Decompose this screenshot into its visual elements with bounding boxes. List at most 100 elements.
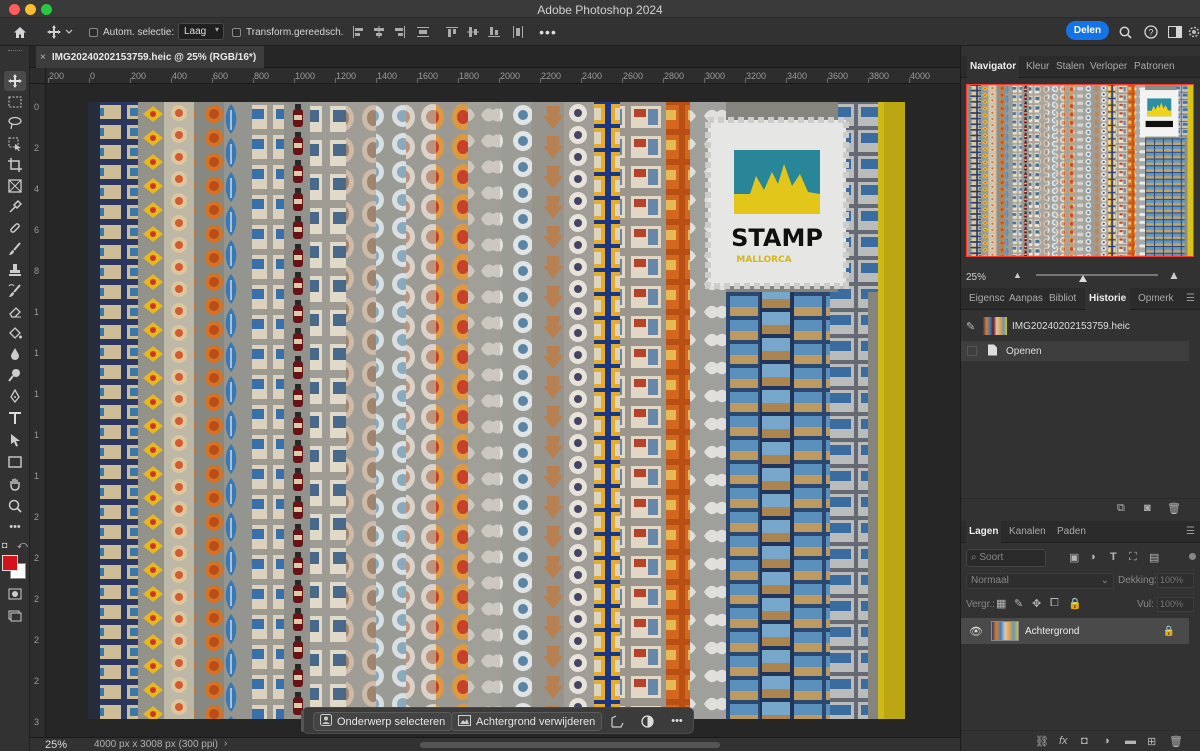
canvas-area[interactable]: STAMP MALLORCA: [46, 84, 960, 737]
lasso-tool-icon[interactable]: [4, 113, 26, 133]
distribute-vertical-icon[interactable]: [510, 24, 526, 40]
lock-icon[interactable]: 🔒: [1163, 626, 1175, 637]
remove-background-button[interactable]: Achtergrond verwijderen: [451, 712, 603, 731]
tab-properties[interactable]: Eigensc: [966, 288, 1008, 310]
eraser-tool-icon[interactable]: [4, 302, 26, 322]
spot-healing-tool-icon[interactable]: [4, 218, 26, 238]
lock-position-icon[interactable]: ✥: [1032, 597, 1041, 610]
eyedropper-tool-icon[interactable]: [4, 197, 26, 217]
auto-select-option[interactable]: Autom. selectie:: [89, 18, 174, 46]
rectangle-tool-icon[interactable]: [4, 452, 26, 472]
align-center-icon[interactable]: [371, 24, 387, 40]
select-subject-button[interactable]: Onderwerp selecteren: [313, 712, 453, 731]
frame-tool-icon[interactable]: [4, 176, 26, 196]
transform-controls-checkbox[interactable]: [232, 27, 241, 37]
tab-paths[interactable]: Paden: [1054, 521, 1089, 543]
pen-tool-icon[interactable]: [4, 386, 26, 406]
move-tool-preset-icon[interactable]: [46, 24, 62, 40]
align-middle-icon[interactable]: [465, 24, 481, 40]
ruler-origin[interactable]: [30, 68, 46, 84]
align-bottom-icon[interactable]: [486, 24, 502, 40]
document-image[interactable]: STAMP MALLORCA: [88, 102, 905, 719]
distribute-icon[interactable]: [415, 24, 431, 40]
layer-name[interactable]: Achtergrond: [1025, 626, 1079, 637]
navigator-preview[interactable]: [966, 84, 1194, 257]
layer-row[interactable]: 👁 Achtergrond 🔒: [961, 618, 1189, 644]
tab-history[interactable]: Historie: [1085, 288, 1131, 310]
swap-colors-icon[interactable]: ⤺: [17, 540, 28, 551]
history-source-checkbox[interactable]: [967, 346, 977, 356]
zoom-in-icon[interactable]: ▲: [1168, 268, 1180, 282]
blend-mode-dropdown[interactable]: Normaal ⌄: [966, 573, 1114, 589]
transform-icon[interactable]: [609, 713, 625, 729]
tab-libraries[interactable]: Bibliot: [1046, 288, 1079, 310]
default-colors-icon[interactable]: ◘: [2, 540, 7, 550]
chevron-right-icon[interactable]: ›: [224, 738, 227, 749]
foreground-color-swatch[interactable]: [2, 555, 18, 571]
zoom-out-icon[interactable]: ▲: [1013, 270, 1022, 280]
history-brush-tool-icon[interactable]: [4, 281, 26, 301]
fx-icon[interactable]: fx: [1059, 735, 1068, 747]
history-brush-source-icon[interactable]: ✎: [966, 320, 978, 333]
layer-filter-dropdown[interactable]: ⌕ Soort: [966, 549, 1046, 567]
tab-swatches[interactable]: Stalen: [1053, 56, 1087, 78]
horizontal-ruler[interactable]: 200 0 200 400 600 800 1000 1200 1400 1600 1800 2000…: [46, 68, 960, 84]
move-tool-icon[interactable]: [4, 71, 26, 91]
trash-icon[interactable]: 🗑: [1167, 502, 1181, 515]
new-group-icon[interactable]: ▬: [1125, 735, 1136, 747]
tab-channels[interactable]: Kanalen: [1006, 521, 1049, 543]
history-snapshot[interactable]: ✎ IMG20240202153759.heic: [961, 316, 1189, 336]
vertical-ruler[interactable]: 0 2 4 6 8 1 1 1 1 1 2 2 2 2 2 3: [30, 84, 46, 737]
type-tool-icon[interactable]: [4, 408, 26, 428]
navigator-zoom-value[interactable]: 25%: [966, 272, 986, 283]
search-icon[interactable]: [1117, 24, 1133, 40]
home-icon[interactable]: [12, 24, 28, 40]
contextual-bar-grip[interactable]: [301, 710, 304, 732]
document-info[interactable]: 4000 px x 3008 px (300 ppi): [94, 739, 218, 750]
clone-stamp-tool-icon[interactable]: [4, 260, 26, 280]
tab-navigator[interactable]: Navigator: [967, 56, 1020, 78]
pixel-filter-icon[interactable]: ▣: [1069, 551, 1079, 564]
tab-adjustments[interactable]: Aanpas: [1006, 288, 1046, 310]
history-step[interactable]: Openen: [961, 341, 1189, 361]
new-layer-icon[interactable]: ⊞: [1147, 735, 1156, 748]
more-options-icon[interactable]: •••: [669, 713, 685, 729]
align-top-icon[interactable]: [444, 24, 460, 40]
screen-mode-icon[interactable]: [4, 606, 26, 626]
document-tab[interactable]: × IMG20240202153759.heic @ 25% (RGB/16*): [36, 46, 265, 68]
align-right-icon[interactable]: [392, 24, 408, 40]
hand-tool-icon[interactable]: [4, 474, 26, 494]
add-mask-icon[interactable]: ◘: [1081, 735, 1088, 747]
tab-color[interactable]: Kleur: [1023, 56, 1052, 78]
shape-filter-icon[interactable]: ⛶: [1129, 551, 1137, 564]
type-filter-icon[interactable]: T: [1110, 551, 1117, 563]
crop-tool-icon[interactable]: [4, 155, 26, 175]
align-left-icon[interactable]: [350, 24, 366, 40]
tab-gradients[interactable]: Verloper: [1087, 56, 1130, 78]
tab-layers[interactable]: Lagen: [966, 521, 1002, 543]
zoom-tool-icon[interactable]: [4, 496, 26, 516]
close-icon[interactable]: ×: [40, 52, 46, 63]
opacity-field[interactable]: 100%: [1157, 573, 1194, 588]
quick-mask-icon[interactable]: [4, 584, 26, 604]
trash-icon[interactable]: 🗑: [1169, 735, 1183, 748]
eye-icon[interactable]: 👁: [969, 625, 983, 638]
more-tools-icon[interactable]: •••: [4, 517, 26, 537]
toolbar-grip[interactable]: [8, 50, 22, 53]
adjustment-filter-icon[interactable]: ◑: [1089, 551, 1096, 563]
chevron-down-icon[interactable]: [64, 24, 74, 40]
tab-comments[interactable]: Opmerk: [1135, 288, 1177, 310]
adjustment-icon[interactable]: [639, 713, 655, 729]
share-button[interactable]: Delen: [1066, 21, 1109, 40]
tab-patterns[interactable]: Patronen: [1131, 56, 1178, 78]
navigator-zoom-slider-handle[interactable]: [1079, 275, 1087, 282]
panel-menu-icon[interactable]: ☰: [1186, 526, 1195, 537]
horizontal-scrollbar[interactable]: [420, 742, 720, 748]
smart-object-filter-icon[interactable]: ▤: [1149, 551, 1159, 564]
workspace-icon[interactable]: [1167, 24, 1183, 40]
camera-icon[interactable]: ◙: [1144, 502, 1151, 514]
object-selection-tool-icon[interactable]: [4, 134, 26, 154]
lock-pixels-icon[interactable]: ✎: [1014, 597, 1023, 610]
zoom-level[interactable]: 25%: [45, 739, 67, 751]
panel-menu-icon[interactable]: ☰: [1186, 293, 1195, 304]
